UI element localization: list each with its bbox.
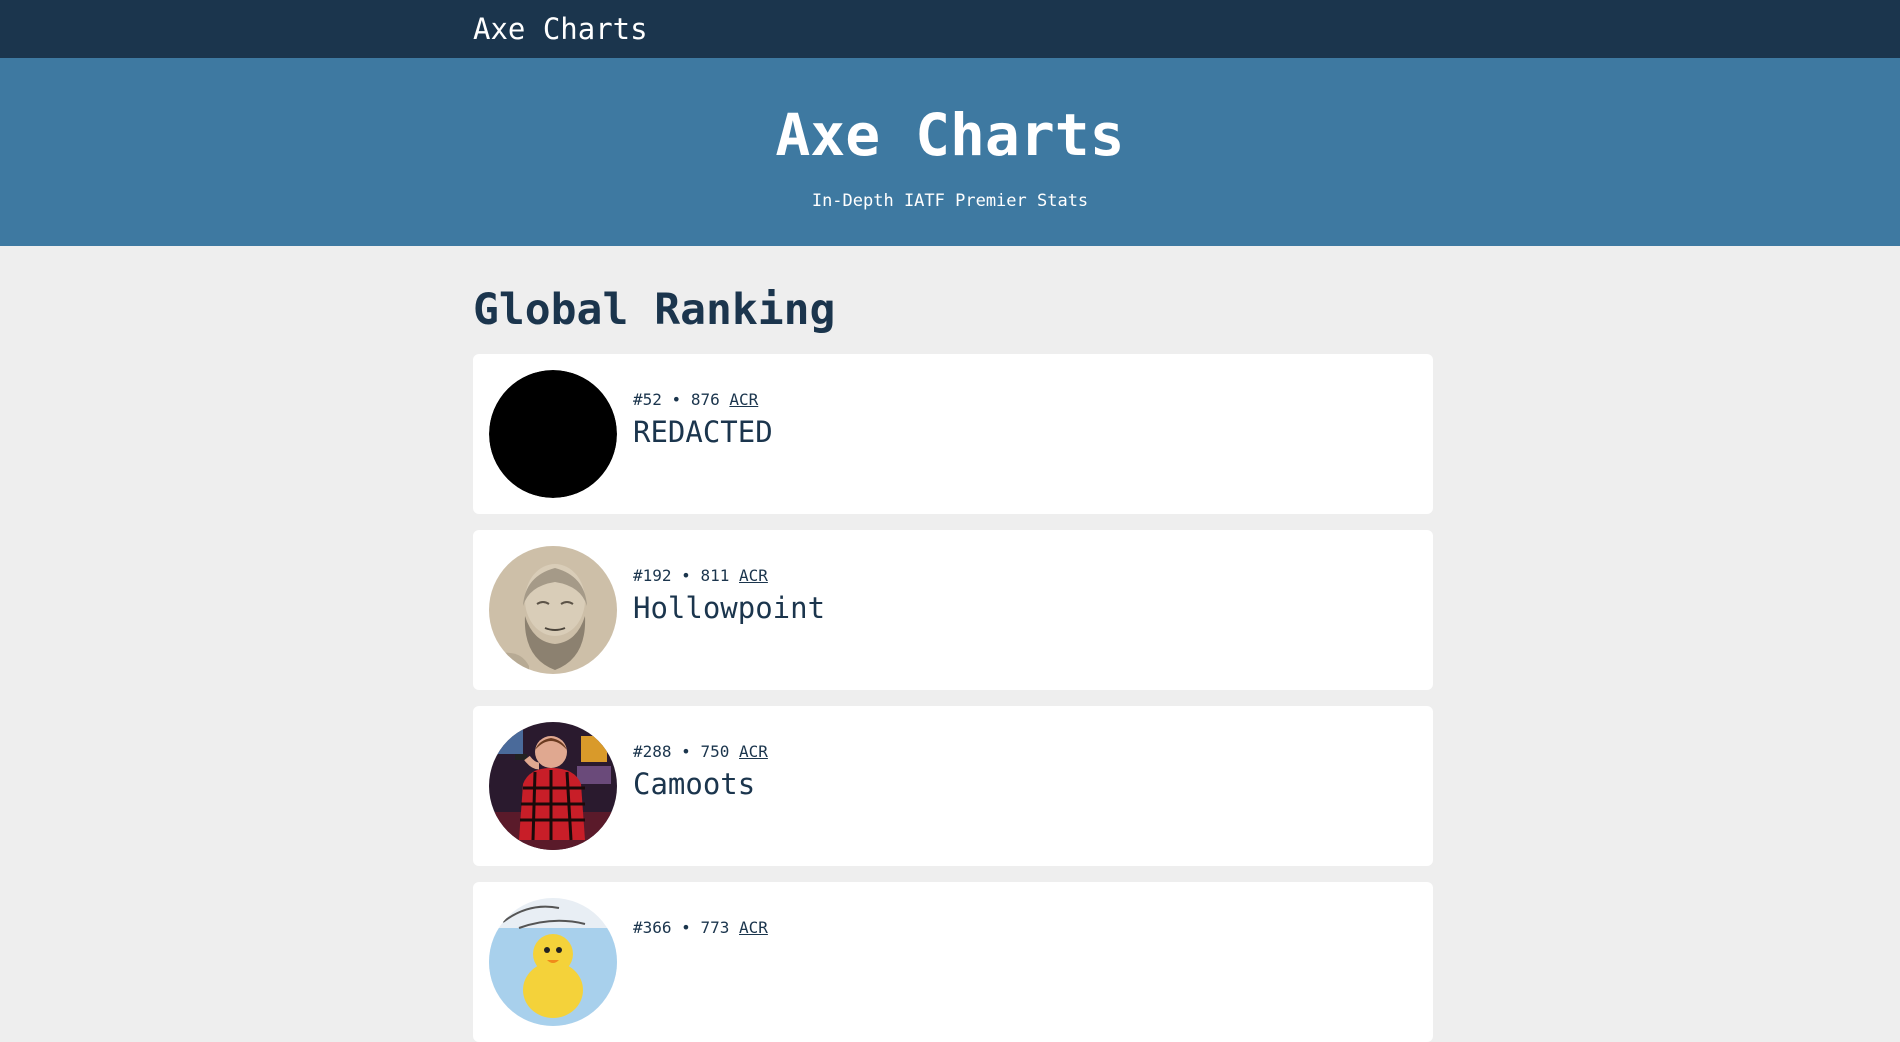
- brand-link[interactable]: Axe Charts: [473, 11, 648, 47]
- meta-separator: •: [681, 918, 691, 937]
- meta-separator: •: [681, 566, 691, 585]
- meta-separator: •: [671, 390, 682, 409]
- player-rank: #52: [633, 390, 662, 409]
- black-circle-avatar: [489, 370, 617, 498]
- top-navbar: Axe Charts: [0, 0, 1900, 58]
- player-name: Hollowpoint: [633, 591, 826, 625]
- player-rank: #288: [633, 742, 672, 761]
- player-meta: #366 • 773 ACR: [633, 918, 768, 938]
- bearded-man-sketch-avatar: [489, 546, 617, 674]
- player-rank: #366: [633, 918, 672, 937]
- player-card[interactable]: #366 • 773 ACR: [473, 882, 1433, 1042]
- player-card[interactable]: #52 • 876 ACR REDACTED: [473, 354, 1433, 514]
- player-card[interactable]: #192 • 811 ACR Hollowpoint: [473, 530, 1433, 690]
- player-rating: 811: [700, 566, 730, 585]
- acr-link[interactable]: ACR: [739, 566, 768, 585]
- player-meta: #52 • 876 ACR: [633, 390, 758, 410]
- acr-link[interactable]: ACR: [739, 742, 768, 761]
- acr-link[interactable]: ACR: [729, 390, 758, 409]
- player-rating: 750: [700, 742, 730, 761]
- player-rating: 773: [700, 918, 730, 937]
- section-title: Global Ranking: [473, 285, 836, 335]
- meta-separator: •: [681, 742, 691, 761]
- hero-subtitle: In-Depth IATF Premier Stats: [811, 191, 1089, 211]
- hero-banner: Axe Charts In-Depth IATF Premier Stats: [0, 58, 1900, 246]
- player-meta: #288 • 750 ACR: [633, 742, 768, 762]
- cartoon-duck-avatar: [489, 898, 617, 1026]
- player-rank: #192: [633, 566, 672, 585]
- man-red-plaid-shirt-avatar: [489, 722, 617, 850]
- acr-link[interactable]: ACR: [739, 918, 768, 937]
- player-rating: 876: [690, 390, 720, 409]
- hero-title: Axe Charts: [775, 101, 1125, 169]
- player-name: Camoots: [633, 767, 756, 801]
- player-meta: #192 • 811 ACR: [633, 566, 768, 586]
- player-name: REDACTED: [633, 415, 773, 449]
- player-card[interactable]: #288 • 750 ACR Camoots: [473, 706, 1433, 866]
